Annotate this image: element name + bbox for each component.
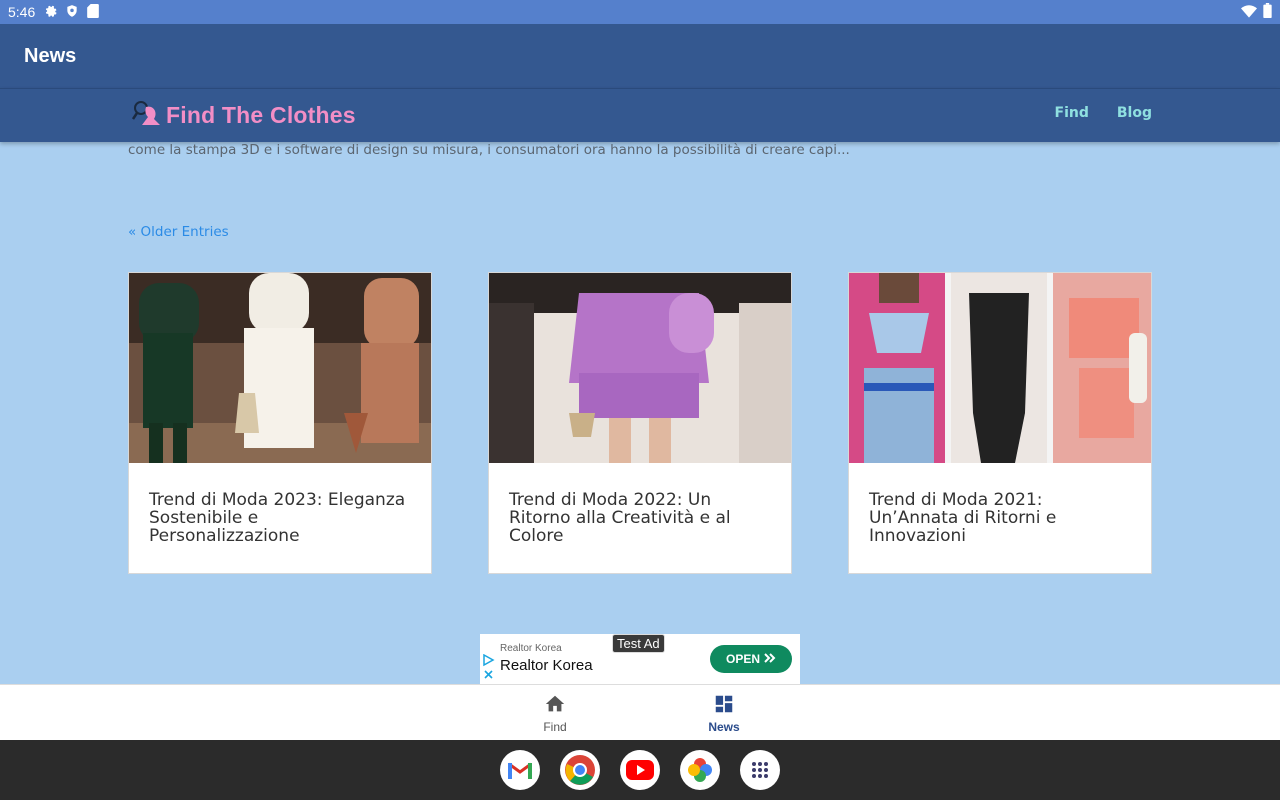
ad-advertiser: Realtor Korea xyxy=(500,657,593,674)
bottom-nav-find-label: Find xyxy=(543,720,567,734)
bottom-nav-news-label: News xyxy=(708,720,740,734)
shield-icon xyxy=(65,4,79,21)
page-content: come la stampa 3D e i software di design… xyxy=(0,142,1280,684)
post-image[interactable] xyxy=(489,273,791,463)
nav-find-link[interactable]: Find xyxy=(1055,105,1089,121)
settings-icon xyxy=(43,4,57,21)
youtube-icon[interactable] xyxy=(620,750,660,790)
logo-text: Find The Clothes xyxy=(166,101,356,128)
post-card[interactable]: Trend di Moda 2021: Un’Annata di Ritorni… xyxy=(848,272,1152,574)
dashboard-icon xyxy=(713,693,735,718)
older-entries-link[interactable]: « Older Entries xyxy=(128,224,229,240)
site-header: Find The Clothes Find Blog xyxy=(0,88,1280,142)
ad-open-label: OPEN xyxy=(725,652,760,666)
status-time: 5:46 xyxy=(8,4,36,20)
site-logo[interactable]: Find The Clothes xyxy=(131,99,356,131)
wifi-icon xyxy=(1241,4,1257,21)
site-nav: Find Blog xyxy=(1055,105,1152,121)
nav-blog-link[interactable]: Blog xyxy=(1117,105,1152,121)
home-icon xyxy=(544,693,566,718)
app-title: News xyxy=(24,44,77,67)
sd-card-icon xyxy=(87,3,100,21)
ad-open-button[interactable]: OPEN xyxy=(710,645,792,673)
app-bar: News xyxy=(0,24,1280,88)
test-ad-badge: Test Ad xyxy=(612,634,665,653)
taskbar xyxy=(0,740,1280,800)
hanger-logo-icon xyxy=(131,99,162,131)
post-image[interactable] xyxy=(129,273,431,463)
status-bar: 5:46 xyxy=(0,0,1280,24)
bottom-nav-find[interactable]: Find xyxy=(515,693,595,734)
post-title[interactable]: Trend di Moda 2023: Eleganza Sostenibile… xyxy=(129,463,431,573)
chrome-icon[interactable] xyxy=(560,750,600,790)
ad-banner[interactable]: Realtor Korea Realtor Korea Test Ad OPEN xyxy=(480,634,800,684)
post-excerpt: come la stampa 3D e i software di design… xyxy=(128,142,850,158)
bottom-nav-news[interactable]: News xyxy=(684,693,764,734)
post-title[interactable]: Trend di Moda 2022: Un Ritorno alla Crea… xyxy=(489,463,791,573)
post-card[interactable]: Trend di Moda 2023: Eleganza Sostenibile… xyxy=(128,272,432,574)
post-image[interactable] xyxy=(849,273,1151,463)
photos-icon[interactable] xyxy=(680,750,720,790)
double-chevron-right-icon xyxy=(764,652,776,666)
app-drawer-icon[interactable] xyxy=(740,750,780,790)
gmail-icon[interactable] xyxy=(500,750,540,790)
post-title[interactable]: Trend di Moda 2021: Un’Annata di Ritorni… xyxy=(849,463,1151,573)
battery-icon xyxy=(1263,3,1272,21)
post-card[interactable]: Trend di Moda 2022: Un Ritorno alla Crea… xyxy=(488,272,792,574)
ad-advertiser-small: Realtor Korea xyxy=(500,643,562,654)
ad-choices-icon[interactable] xyxy=(483,653,495,686)
bottom-navigation: Find News xyxy=(0,684,1280,740)
